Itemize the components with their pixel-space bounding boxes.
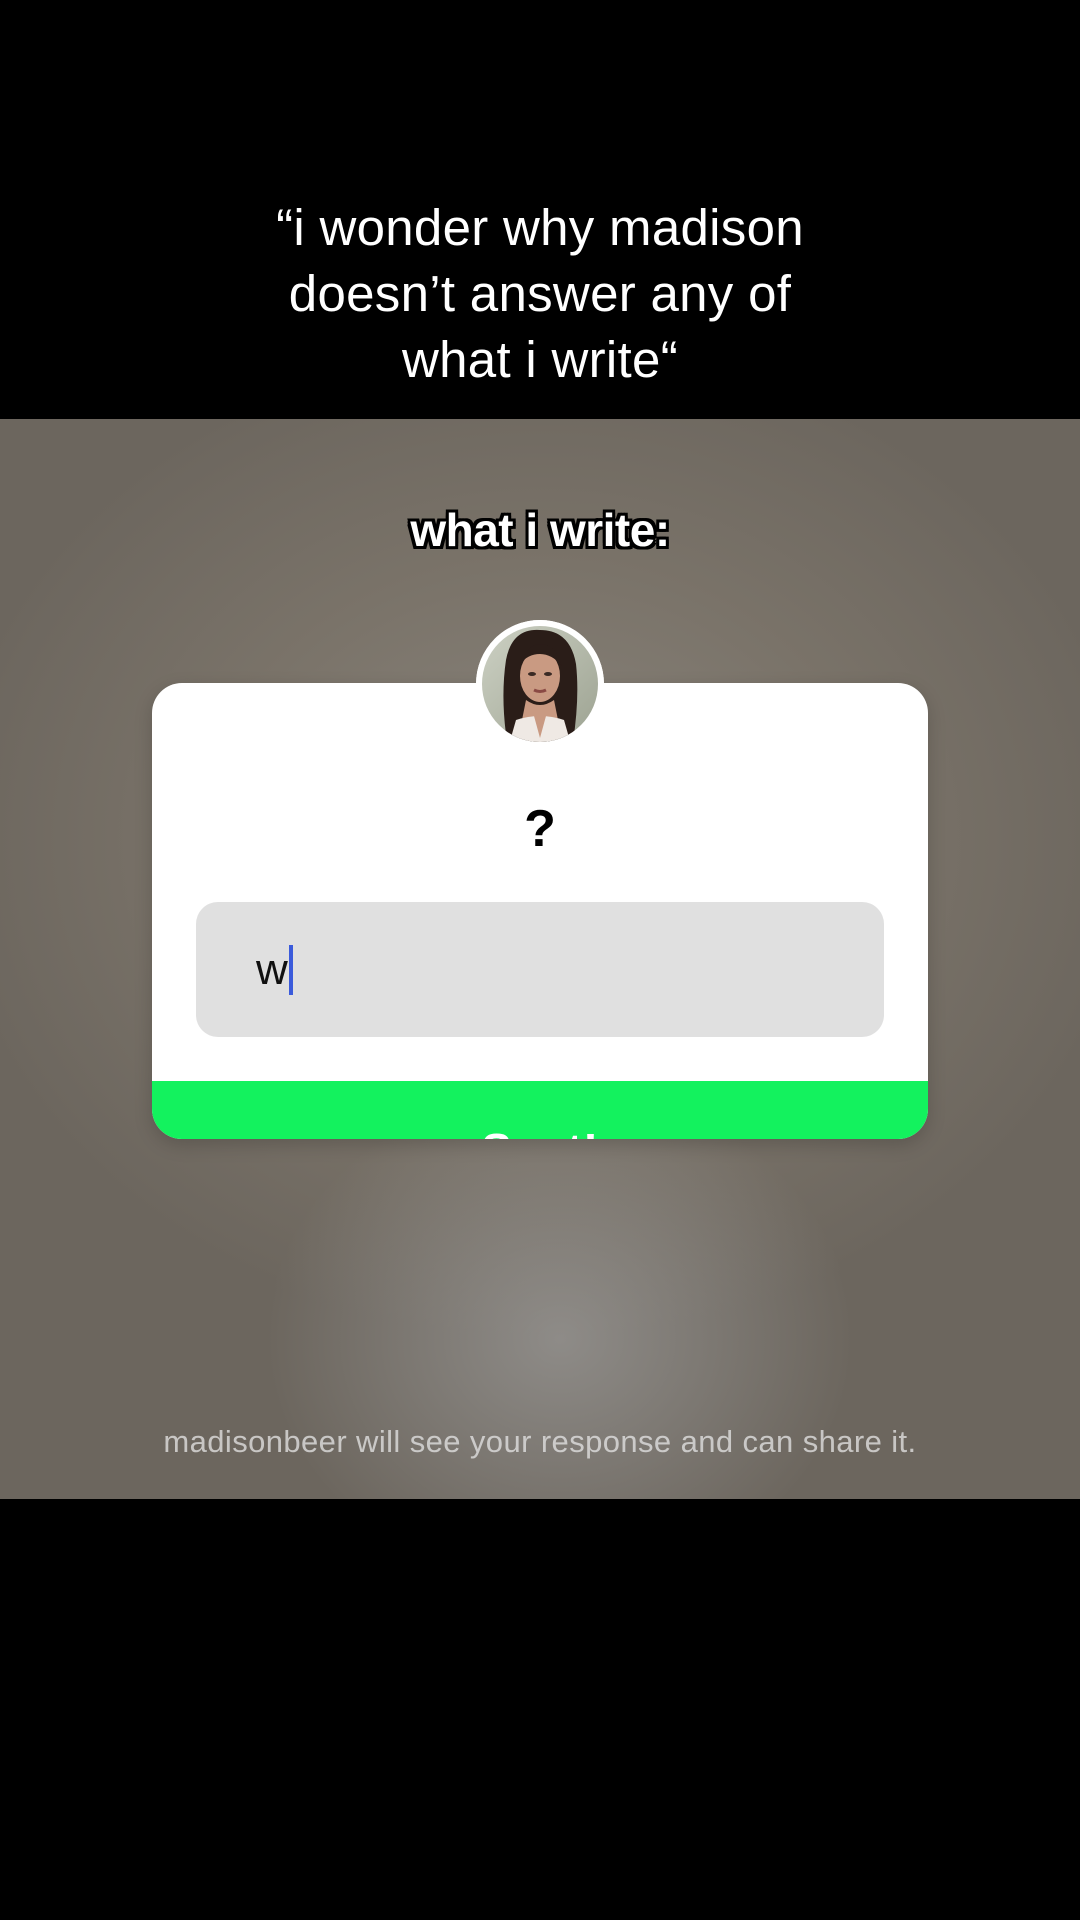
answer-text-wrapper: w	[256, 942, 293, 998]
question-sticker: ? w Sent!	[152, 683, 928, 1139]
caption-line: “i wonder why madison	[276, 199, 804, 256]
caption-line: what i write“	[402, 331, 678, 388]
video-caption: “i wonder why madison doesn’t answer any…	[0, 195, 1080, 393]
question-text: ?	[524, 800, 556, 858]
avatar	[476, 620, 604, 748]
answer-value: w	[256, 945, 288, 994]
profile-photo-icon	[476, 620, 604, 748]
answer-input[interactable]: w	[196, 902, 884, 1037]
story-background: what i write: ? w madisonbeer will see y…	[0, 419, 1080, 1499]
video-frame: “i wonder why madison doesn’t answer any…	[0, 0, 1080, 1920]
caption-line: doesn’t answer any of	[288, 265, 792, 322]
response-disclaimer: madisonbeer will see your response and c…	[163, 1424, 917, 1459]
text-caret	[288, 945, 293, 995]
overlay-title: what i write:	[410, 504, 670, 556]
sent-button[interactable]: Sent!	[152, 1081, 928, 1139]
